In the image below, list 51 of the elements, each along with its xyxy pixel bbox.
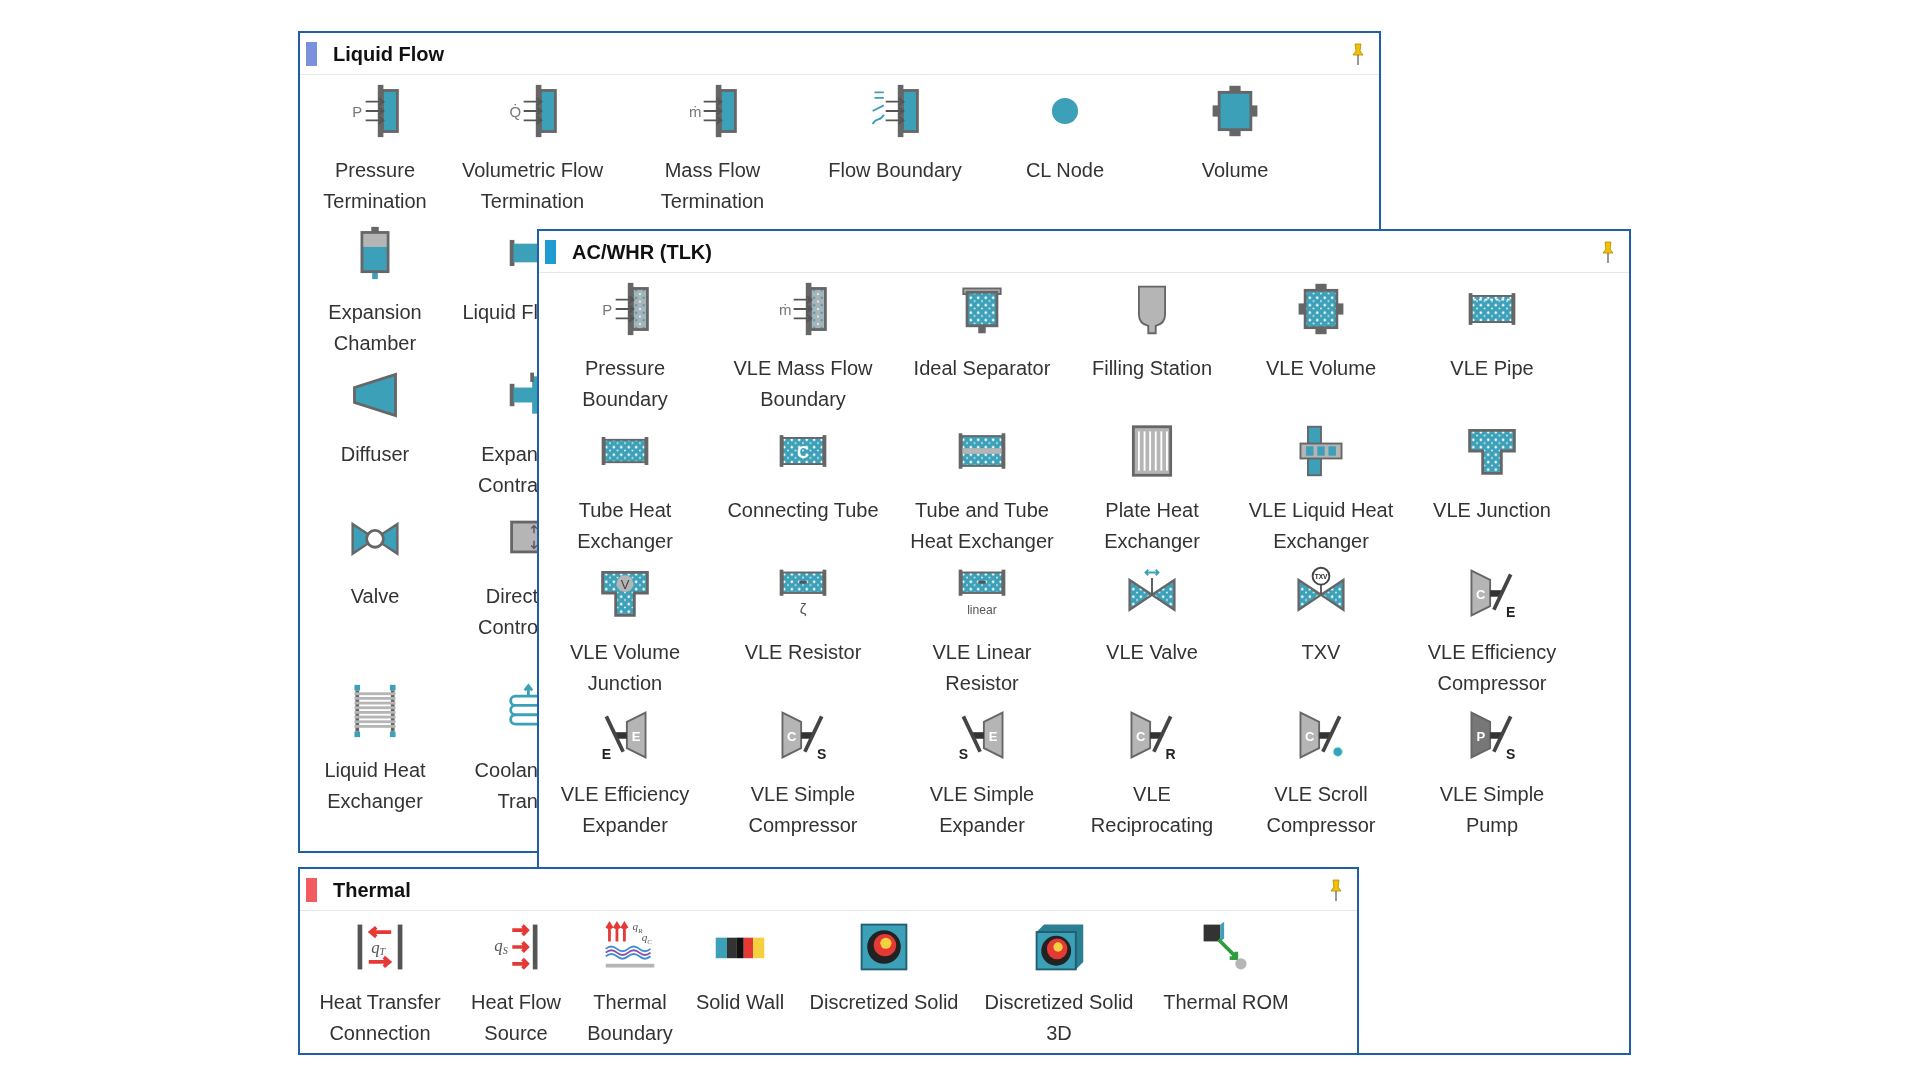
- item-label: VLE Resistor: [744, 640, 862, 665]
- item-label: VLE Junction: [1433, 498, 1551, 523]
- pin-icon[interactable]: [1601, 239, 1615, 264]
- item-label: Volumetric Flow Termination: [461, 158, 604, 214]
- item-label: Plate Heat Exchanger: [1104, 498, 1200, 554]
- item-label: Connecting Tube: [727, 498, 879, 523]
- item-label: Valve: [350, 584, 400, 609]
- pin-icon[interactable]: [1329, 877, 1343, 902]
- item-label: Expansion Chamber: [328, 300, 422, 356]
- item-label: VLE Linear Resistor: [932, 640, 1032, 696]
- window-title: Thermal: [333, 877, 411, 903]
- item-label: VLE Volume Junction: [569, 640, 681, 696]
- item-label: Tube and Tube Heat Exchanger: [910, 498, 1054, 554]
- item-label: Heat Transfer Connection: [319, 990, 441, 1046]
- item-label: CL Node: [1025, 158, 1105, 183]
- item-label: Liquid Heat Exchanger: [324, 758, 426, 814]
- item-label: VLE Volume: [1265, 356, 1377, 381]
- item-label: VLE Simple Expander: [929, 782, 1035, 838]
- item-label: VLE Simple Compressor: [748, 782, 858, 838]
- item-label: VLE Scroll Compressor: [1266, 782, 1376, 838]
- item-label: VLE Reciprocating: [1090, 782, 1214, 838]
- item-label: VLE Efficiency Compressor: [1427, 640, 1557, 696]
- item-label: Direct Contro: [477, 584, 538, 640]
- item-label: VLE Liquid Heat Exchanger: [1248, 498, 1394, 554]
- item-label: Solid Wall: [695, 990, 785, 1015]
- item-label: Ideal Separator: [913, 356, 1051, 381]
- pin-icon[interactable]: [1351, 41, 1365, 66]
- window-title: AC/WHR (TLK): [572, 239, 712, 265]
- item-label: Mass Flow Termination: [660, 158, 765, 214]
- item-label: Liquid Fl: [462, 300, 538, 325]
- item-label: Heat Flow Source: [471, 990, 561, 1046]
- item-label: VLE Efficiency Expander: [560, 782, 690, 838]
- item-label: TXV: [1301, 640, 1341, 665]
- item-label: VLE Valve: [1106, 640, 1198, 665]
- item-label: Filling Station: [1091, 356, 1213, 381]
- item-label: VLE Pipe: [1450, 356, 1534, 381]
- item-label: VLE Simple Pump: [1439, 782, 1545, 838]
- item-label: Diffuser: [340, 442, 410, 467]
- item-label: Volume: [1201, 158, 1269, 183]
- item-label: Thermal Boundary: [587, 990, 673, 1046]
- window-title: Liquid Flow: [333, 41, 445, 67]
- item-label: Tube Heat Exchanger: [577, 498, 673, 554]
- item-label: Flow Boundary: [828, 158, 962, 183]
- item-label: Pressure Termination: [323, 158, 427, 214]
- item-label: Coolan Tran: [474, 758, 538, 814]
- item-label: Pressure Boundary: [582, 356, 668, 412]
- item-label: Expan Contra: [477, 442, 538, 498]
- item-label: Thermal ROM: [1163, 990, 1289, 1015]
- item-label: Discretized Solid 3D: [984, 990, 1134, 1046]
- item-label: Discretized Solid: [809, 990, 959, 1015]
- item-label: VLE Mass Flow Boundary: [733, 356, 873, 412]
